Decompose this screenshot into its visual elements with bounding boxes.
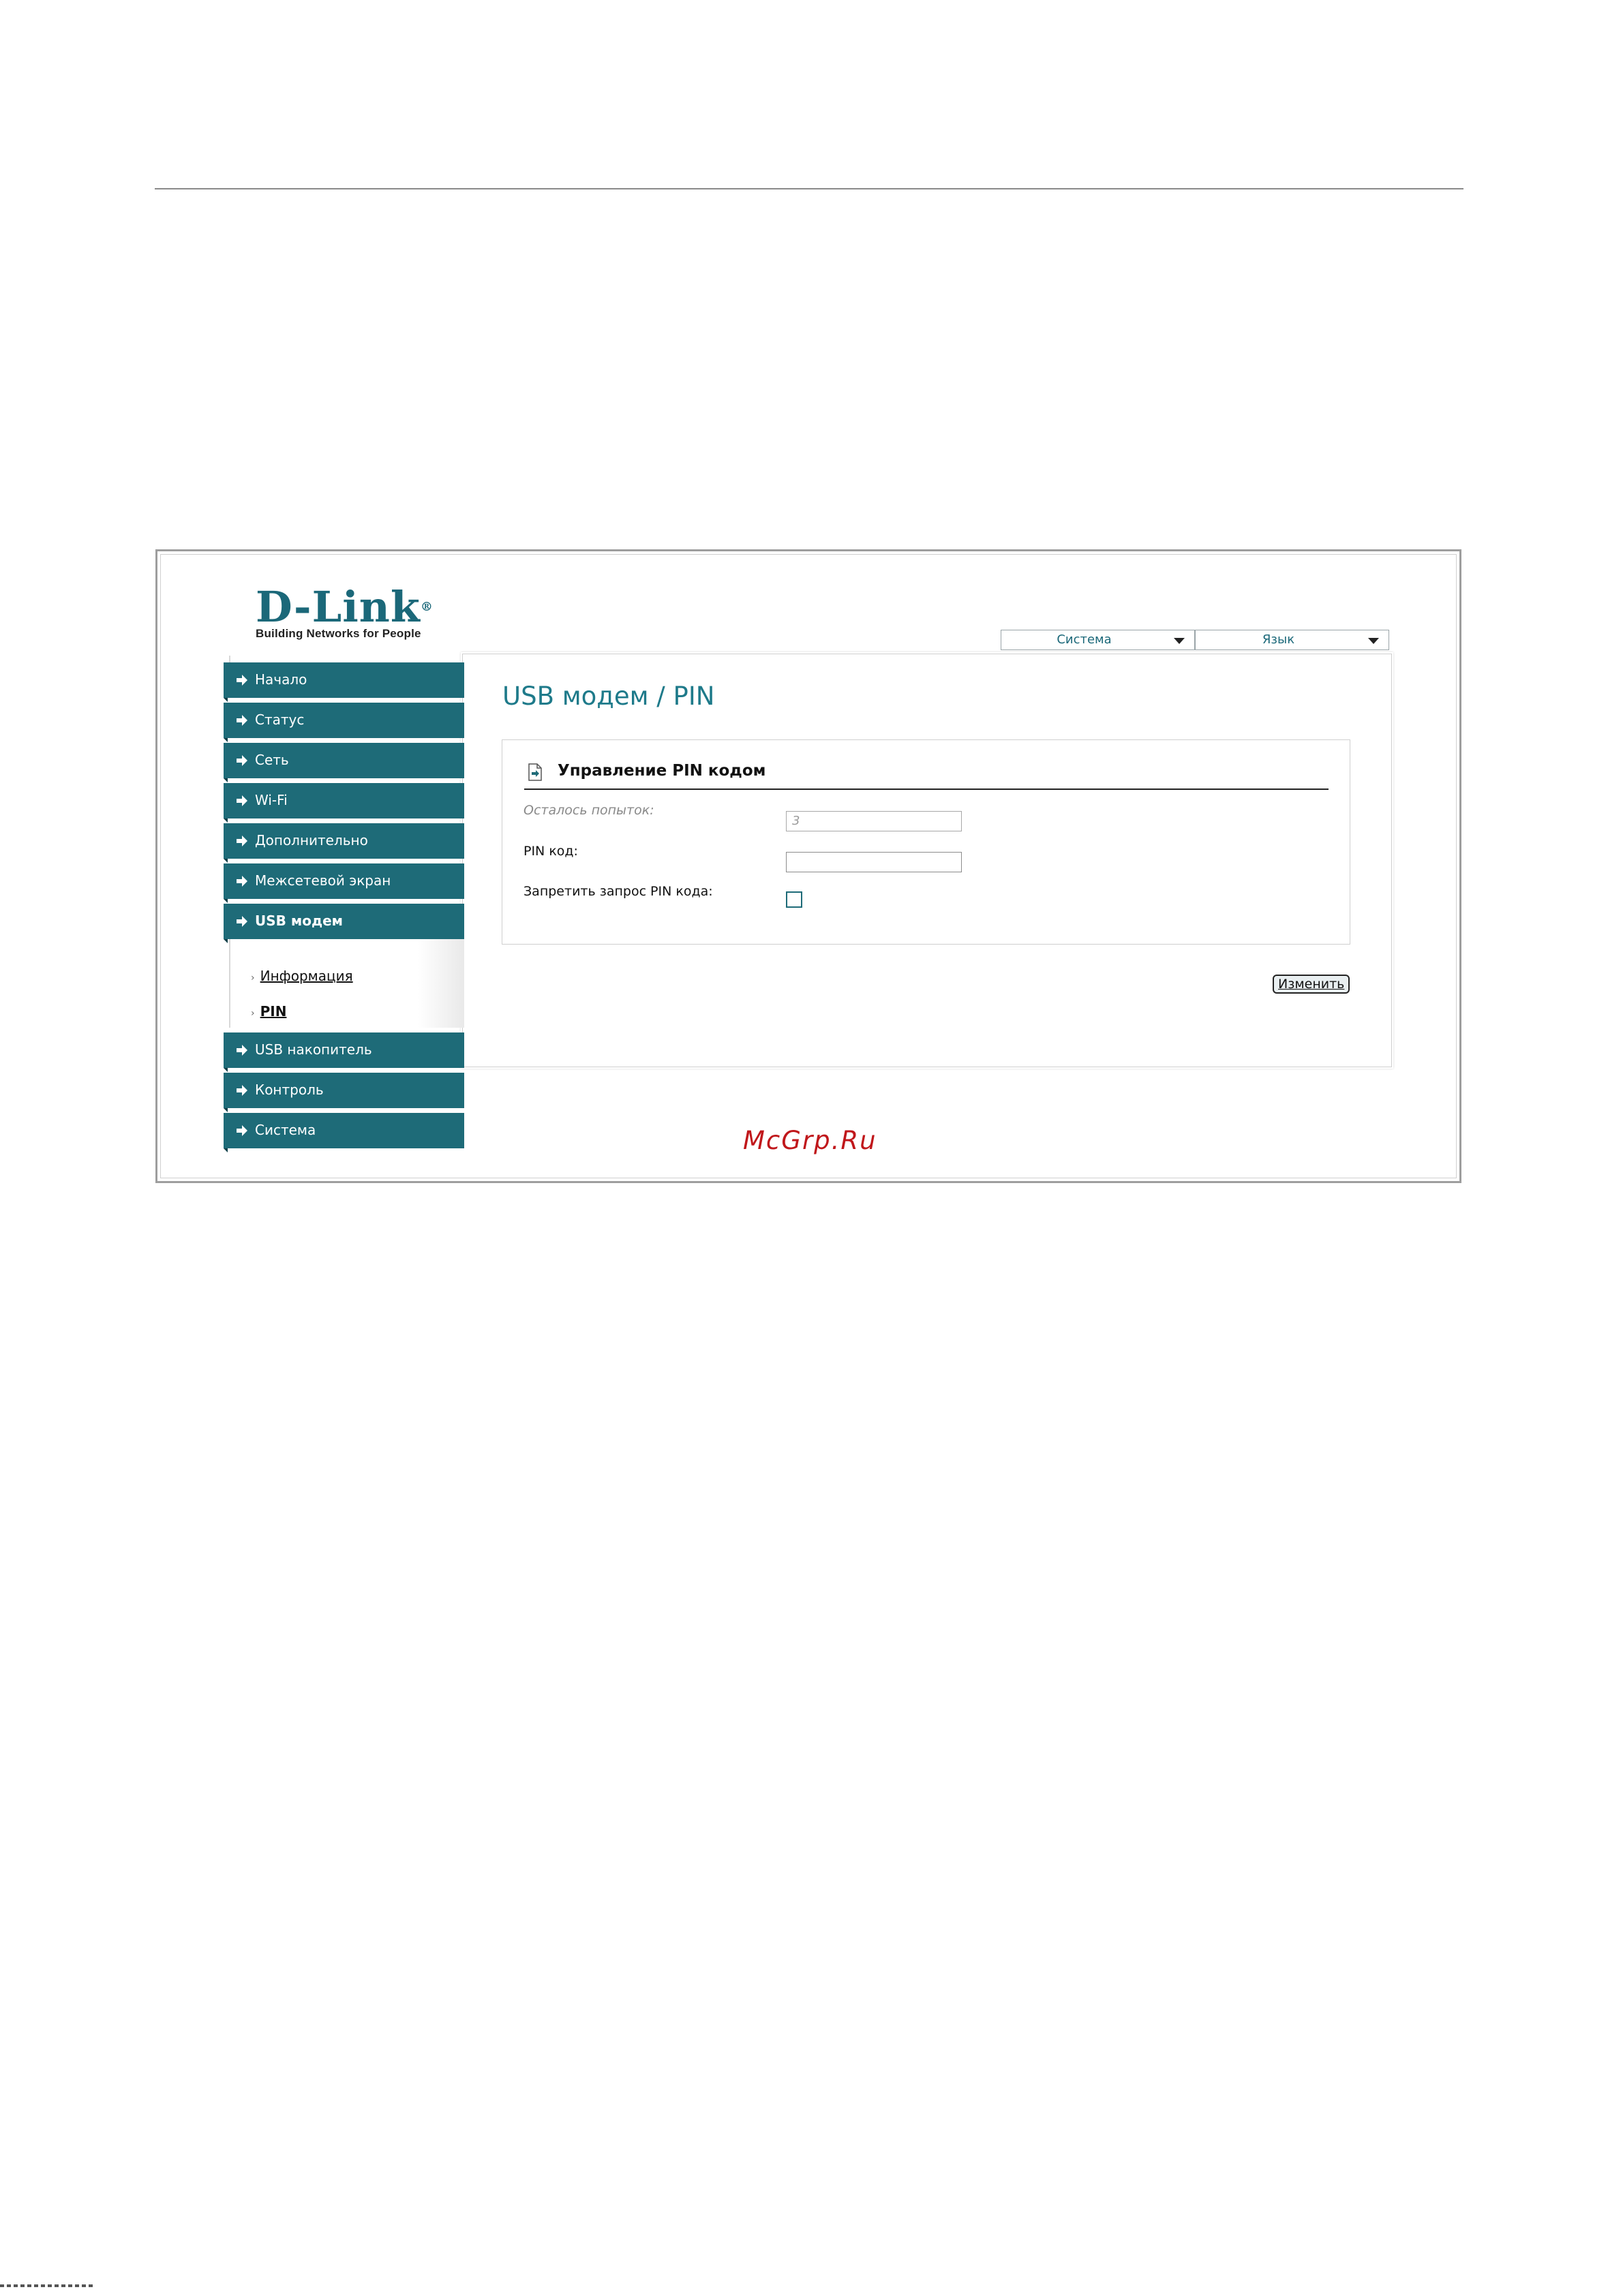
sidebar-submenu: › Информация › PIN xyxy=(229,939,464,1028)
sidebar-item-wifi[interactable]: Wi-Fi xyxy=(224,783,464,823)
sidebar-item-label: Система xyxy=(255,1122,316,1138)
attempts-left-label: Осталось попыток: xyxy=(524,803,654,818)
section-title: Управление PIN кодом xyxy=(558,762,766,780)
logo-name: D-Link xyxy=(256,582,421,632)
page-corner-mark xyxy=(0,2284,95,2287)
arrow-right-icon xyxy=(237,675,247,686)
sidebar-item-status[interactable]: Статус xyxy=(224,703,464,742)
dlink-logo: D-Link® Building Networks for People xyxy=(256,582,434,641)
sidebar-item-firewall[interactable]: Межсетевой экран xyxy=(224,863,464,903)
sidebar-item-usb-storage[interactable]: USB накопитель xyxy=(224,1032,464,1072)
bullet-icon: › xyxy=(251,973,255,983)
sidebar-item-control[interactable]: Контроль xyxy=(224,1073,464,1112)
system-menu-dropdown[interactable]: Система xyxy=(1001,630,1195,650)
sidebar-subitem-pin[interactable]: › PIN xyxy=(251,1003,286,1020)
sidebar-item-advanced[interactable]: Дополнительно xyxy=(224,823,464,863)
page-title: USB модем / PIN xyxy=(502,682,715,711)
sidebar-item-label: Wi-Fi xyxy=(255,792,288,808)
sidebar-item-label: USB модем xyxy=(255,913,344,929)
arrow-right-icon xyxy=(237,795,247,806)
arrow-right-icon xyxy=(237,1085,247,1096)
sidebar-item-label: Контроль xyxy=(255,1082,324,1098)
watermark: McGrp.Ru xyxy=(743,1126,877,1155)
language-dropdown[interactable]: Язык xyxy=(1195,630,1389,650)
change-button-label: Изменить xyxy=(1278,977,1345,992)
arrow-right-icon xyxy=(237,836,247,846)
bullet-icon: › xyxy=(251,1008,255,1019)
logo-tagline: Building Networks for People xyxy=(256,627,421,640)
sidebar-item-system[interactable]: Система xyxy=(224,1113,464,1152)
system-menu-label: Система xyxy=(1057,632,1112,647)
chevron-down-icon xyxy=(1174,638,1185,644)
sidebar-subitem-label: PIN xyxy=(260,1003,287,1020)
document-icon xyxy=(528,763,542,781)
pin-code-input[interactable] xyxy=(786,852,962,872)
sidebar-menu: Начало Статус Сеть Wi-Fi Дополнительно М… xyxy=(224,656,464,1153)
sidebar-item-network[interactable]: Сеть xyxy=(224,743,464,782)
sidebar-item-usb-modem[interactable]: USB модем xyxy=(224,904,464,943)
arrow-right-icon xyxy=(237,1125,247,1136)
arrow-right-icon xyxy=(237,715,247,726)
document-header-rule xyxy=(155,188,1463,189)
sidebar-item-home[interactable]: Начало xyxy=(224,662,464,702)
language-label: Язык xyxy=(1262,632,1295,647)
sidebar-item-label: Межсетевой экран xyxy=(255,872,391,889)
sidebar-item-label: Начало xyxy=(255,671,307,688)
arrow-right-icon xyxy=(237,1045,247,1056)
sidebar-subitem-info[interactable]: › Информация xyxy=(251,968,353,984)
attempts-left-field: 3 xyxy=(786,811,962,831)
sidebar-item-label: Дополнительно xyxy=(255,832,368,848)
section-divider xyxy=(524,789,1329,790)
arrow-right-icon xyxy=(237,916,247,927)
disable-pin-checkbox[interactable] xyxy=(786,891,802,908)
change-button[interactable]: Изменить xyxy=(1273,975,1350,994)
arrow-right-icon xyxy=(237,876,247,887)
pin-code-label: PIN код: xyxy=(524,844,578,859)
sidebar-subitem-label: Информация xyxy=(260,968,353,984)
sidebar-item-label: Сеть xyxy=(255,752,289,768)
disable-pin-label: Запретить запрос PIN кода: xyxy=(524,884,713,899)
arrow-right-icon xyxy=(237,755,247,766)
sidebar-item-label: Статус xyxy=(255,711,305,728)
chevron-down-icon xyxy=(1368,638,1379,644)
sidebar-item-label: USB накопитель xyxy=(255,1041,372,1058)
